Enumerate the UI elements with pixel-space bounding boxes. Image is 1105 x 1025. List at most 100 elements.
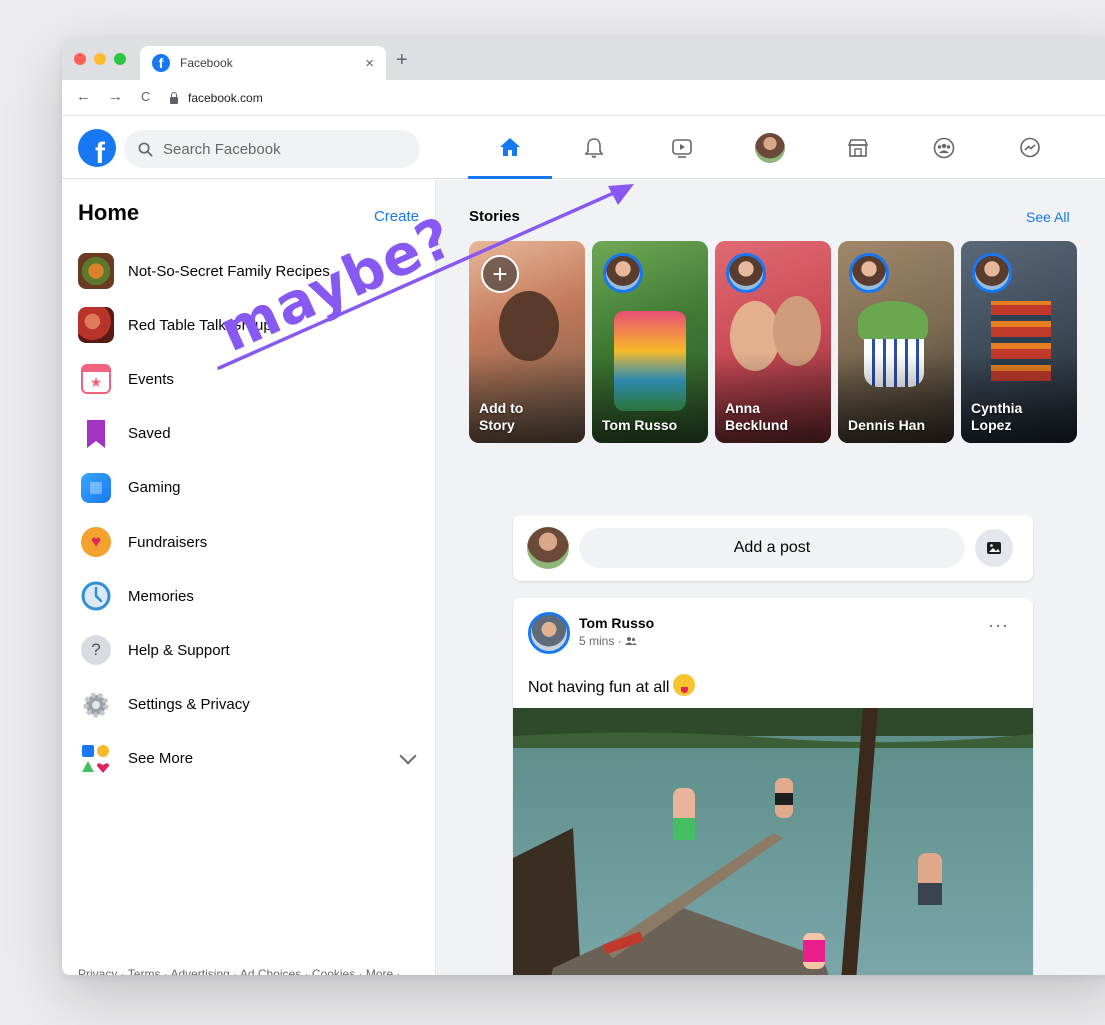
story-cynthia-lopez[interactable]: Cynthia Lopez [961,241,1077,443]
story-photo [499,291,559,361]
story-avatar [726,253,766,293]
group-thumb-talk-icon [78,307,114,344]
shapes-icon [82,744,109,773]
watch-icon [672,139,692,158]
tab-strip: f Facebook × + [62,38,1105,80]
photo-icon [987,542,1001,554]
profile-avatar [755,133,785,163]
browser-toolbar: ← → C facebook.com [62,80,1105,116]
sidebar-item-label: Events [128,370,174,388]
messenger-icon [1020,137,1040,158]
story-tom-russo[interactable]: Tom Russo [592,241,708,443]
calendar-icon: ★ [81,364,111,395]
friends-icon [625,637,638,645]
nav-profile[interactable] [728,117,812,179]
sidebar-item-label: Memories [128,587,194,605]
story-anna-becklund[interactable]: Anna Becklund [715,241,831,443]
sidebar-item-settings-privacy[interactable]: Settings & Privacy [62,678,436,732]
add-story-plus-icon[interactable]: + [481,255,519,293]
home-icon [500,137,520,156]
new-tab-button[interactable]: + [396,50,408,70]
sidebar-item-fundraisers[interactable]: ♥ Fundraisers [62,515,436,569]
sidebar-item-memories[interactable]: Memories [62,569,436,623]
avatar[interactable] [528,612,570,654]
news-feed: Stories See All + Add to Story Tom Russo … [436,180,1105,975]
browser-window: f Facebook × + ← → C facebook.com f Sear… [62,38,1105,975]
search-icon [138,142,153,156]
story-add[interactable]: + Add to Story [469,241,585,443]
facebook-logo-icon[interactable]: f [78,129,116,167]
story-avatar [603,253,643,293]
facebook-header: f [62,117,1105,179]
nav-watch[interactable] [640,117,724,179]
tab-close-icon[interactable]: × [365,55,374,72]
gear-icon [83,692,109,718]
story-name: Dennis Han [848,417,926,433]
nav-marketplace[interactable] [816,117,900,179]
see-all-link[interactable]: See All [1026,209,1070,225]
story-name: Anna Becklund [725,400,789,433]
post-photo[interactable] [513,708,1033,975]
address-bar[interactable]: facebook.com [170,86,1105,110]
forward-button[interactable]: → [108,88,123,106]
marketplace-icon [847,139,869,157]
nav-messenger[interactable] [988,117,1072,179]
nav-notifications[interactable] [552,117,636,179]
feed-post: Tom Russo 5 mins · ··· Not having fun at… [513,598,1033,975]
sidebar-item-label: Help & Support [128,641,230,659]
story-dennis-han[interactable]: Dennis Han [838,241,954,443]
chevron-down-icon[interactable] [399,747,417,765]
bookmark-icon [87,419,105,448]
groups-icon [933,137,955,159]
tab-title: Facebook [180,56,233,70]
sidebar-item-see-more[interactable]: See More [62,732,436,786]
story-name: Add to Story [479,400,524,433]
search-input[interactable] [163,140,403,158]
facebook-favicon-icon: f [152,54,170,72]
maximize-window-button[interactable] [114,53,126,65]
sidebar-item-label: Fundraisers [128,533,208,551]
sidebar-item-saved[interactable]: Saved [62,407,436,461]
url-text: facebook.com [188,91,263,105]
minimize-window-button[interactable] [94,53,106,65]
sidebar-item-label: Settings & Privacy [128,696,250,714]
reload-button[interactable]: C [141,88,150,106]
story-name: Tom Russo [602,417,678,433]
story-name: Cynthia Lopez [971,400,1023,433]
back-button[interactable]: ← [76,88,91,106]
browser-tab[interactable]: f Facebook × [140,46,386,80]
sidebar-item-events[interactable]: ★ Events [62,352,436,406]
post-author[interactable]: Tom Russo [579,615,654,631]
stories-heading: Stories [469,208,520,225]
gaming-icon [81,472,111,503]
add-post-input[interactable]: Add a post [579,528,965,568]
sidebar-item-help-support[interactable]: ? Help & Support [62,623,436,677]
story-photo [858,301,928,341]
post-menu-button[interactable]: ··· [988,616,1009,634]
sidebar-item-label: Gaming [128,479,181,497]
group-thumb-food-icon [78,253,114,290]
sidebar-item-gaming[interactable]: Gaming [62,461,436,515]
photo-upload-button[interactable] [975,529,1013,567]
post-text: Not having fun at all [528,670,696,697]
post-time[interactable]: 5 mins · [579,634,625,648]
story-avatar [849,253,889,293]
sidebar-title: Home [78,200,140,225]
tongue-emoji-icon [673,674,696,696]
nav-groups[interactable] [902,117,986,179]
sidebar-footer: Privacy · Terms · Advertising · Ad Choic… [78,967,401,975]
question-icon: ? [81,635,111,666]
story-avatar [972,253,1012,293]
bell-icon [584,138,604,158]
search-bar[interactable] [124,130,420,168]
avatar[interactable] [527,527,569,569]
sidebar-item-label: Saved [128,425,171,443]
heart-icon: ♥ [81,527,111,558]
sidebar-item-label: See More [128,750,194,768]
close-window-button[interactable] [74,53,86,65]
post-composer: Add a post [513,515,1033,581]
post-meta: 5 mins · [579,634,638,648]
nav-home[interactable] [468,117,552,179]
clock-icon [81,581,111,611]
lock-icon [170,91,178,104]
